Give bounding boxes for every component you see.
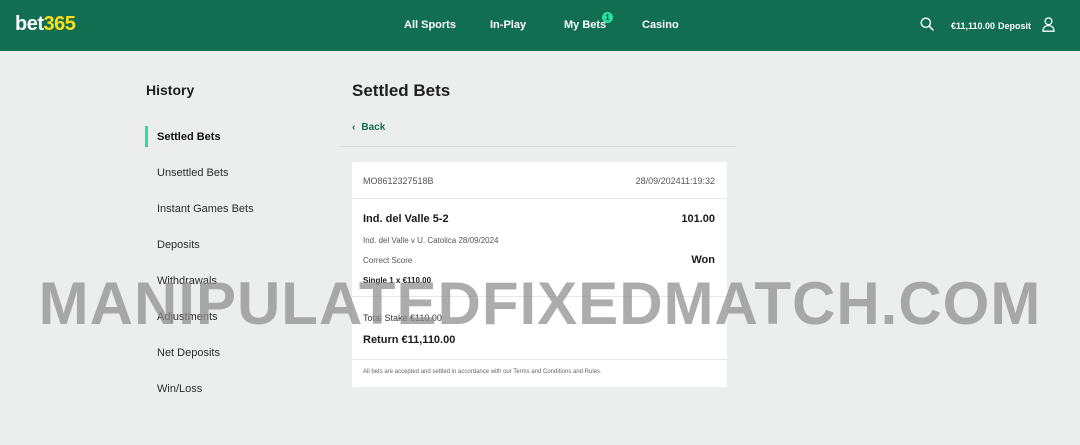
sidebar-item-adjustments[interactable]: Adjustments xyxy=(157,311,218,323)
sidebar-item-withdrawals[interactable]: Withdrawals xyxy=(157,275,217,287)
page-title: Settled Bets xyxy=(352,81,451,100)
card-divider xyxy=(352,359,727,360)
sidebar-item-win-loss[interactable]: Win/Loss xyxy=(157,383,202,395)
deposit-link[interactable]: Deposit xyxy=(998,21,1031,31)
terms-notice: All bets are accepted and settled in acc… xyxy=(363,369,602,375)
logo-text-365: 365 xyxy=(43,13,76,35)
active-item-indicator xyxy=(145,126,148,147)
my-bets-count-badge: 1 xyxy=(602,12,613,23)
sidebar-item-net-deposits[interactable]: Net Deposits xyxy=(157,347,220,359)
bet-type: Single 1 x €110.00 xyxy=(363,276,432,285)
sidebar-item-unsettled-bets[interactable]: Unsettled Bets xyxy=(157,167,229,179)
search-icon[interactable] xyxy=(920,17,934,36)
bet-return: Return €11,110.00 xyxy=(363,334,456,346)
bet-market: Correct Score xyxy=(363,256,413,265)
logo-text-bet: bet xyxy=(15,13,44,35)
account-balance[interactable]: €11,110.00 xyxy=(951,21,995,31)
sidebar-title: History xyxy=(146,82,195,98)
nav-all-sports[interactable]: All Sports xyxy=(404,19,456,31)
chevron-left-icon: ‹ xyxy=(352,122,356,133)
nav-my-bets[interactable]: My Bets xyxy=(564,19,606,31)
bet-odds: 101.00 xyxy=(681,213,715,225)
title-divider xyxy=(340,146,736,147)
back-button[interactable]: ‹ Back xyxy=(352,122,385,133)
top-navigation-bar: bet365 All Sports In-Play My Bets 1 Casi… xyxy=(0,0,1080,51)
sidebar-item-settled-bets[interactable]: Settled Bets xyxy=(157,131,221,143)
bet-result-status: Won xyxy=(691,254,715,266)
bet-receipt-card[interactable]: MO8612327518B 28/09/202411:19:32 Ind. de… xyxy=(352,162,727,387)
nav-casino[interactable]: Casino xyxy=(642,19,679,31)
total-stake: Total Stake €110.00 xyxy=(363,313,442,323)
sidebar-item-deposits[interactable]: Deposits xyxy=(157,239,200,251)
bet-reference: MO8612327518B xyxy=(363,176,434,186)
bet-event: Ind. del Valle v U. Catolica 28/09/2024 xyxy=(363,236,499,245)
bet-selection: Ind. del Valle 5-2 xyxy=(363,213,449,225)
user-account-icon[interactable] xyxy=(1042,17,1055,37)
card-divider xyxy=(352,198,727,199)
bet365-logo[interactable]: bet365 xyxy=(15,13,76,36)
back-label: Back xyxy=(361,122,386,133)
card-divider xyxy=(352,296,727,297)
sidebar-item-instant-games-bets[interactable]: Instant Games Bets xyxy=(157,203,254,215)
bet-timestamp: 28/09/202411:19:32 xyxy=(635,176,715,186)
nav-in-play[interactable]: In-Play xyxy=(490,19,526,31)
